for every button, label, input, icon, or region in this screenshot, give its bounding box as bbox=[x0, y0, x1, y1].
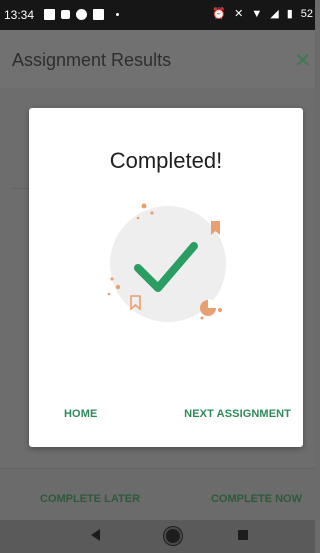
alarm-icon: ⏰ bbox=[212, 8, 227, 20]
next-assignment-button[interactable]: NEXT ASSIGNMENT bbox=[184, 408, 291, 420]
recents-icon[interactable] bbox=[238, 530, 248, 540]
vibrate-off-icon: ✕ bbox=[234, 8, 244, 20]
square-icon bbox=[93, 9, 104, 20]
home-button[interactable]: HOME bbox=[64, 408, 97, 420]
completion-dialog: Completed! HOME NEXT ASSIGNMENT bbox=[29, 108, 303, 447]
bottom-action-bar: COMPLETE LATER COMPLETE NOW bbox=[0, 468, 315, 521]
app-icon bbox=[76, 9, 87, 20]
checkmark-celebration-icon bbox=[107, 203, 226, 322]
battery-icon: ▮ bbox=[286, 8, 293, 20]
dialog-title: Completed! bbox=[109, 148, 223, 173]
battery-level: 52 bbox=[300, 8, 313, 20]
page-title: Assignment Results bbox=[12, 50, 172, 70]
close-icon[interactable]: ✕ bbox=[294, 48, 311, 73]
system-icons: ⏰ ✕ ▼ ◢ ▮ 52 bbox=[212, 7, 313, 21]
back-icon[interactable] bbox=[91, 529, 100, 541]
status-bar: 13:34 ⏰ ✕ ▼ ◢ ▮ 52 bbox=[0, 0, 315, 30]
app-bar: Assignment Results ✕ bbox=[0, 30, 315, 88]
sim-icon bbox=[61, 10, 70, 19]
complete-later-button[interactable]: COMPLETE LATER bbox=[40, 493, 140, 505]
notification-icons bbox=[44, 9, 119, 20]
dot-icon bbox=[116, 13, 119, 16]
signal-icon: ◢ bbox=[270, 8, 279, 20]
complete-now-button[interactable]: COMPLETE NOW bbox=[211, 493, 302, 505]
system-nav-bar bbox=[0, 520, 315, 553]
wifi-icon: ▼ bbox=[251, 8, 263, 20]
home-icon[interactable] bbox=[164, 527, 182, 545]
status-time: 13:34 bbox=[4, 8, 35, 22]
image-icon bbox=[44, 9, 55, 20]
